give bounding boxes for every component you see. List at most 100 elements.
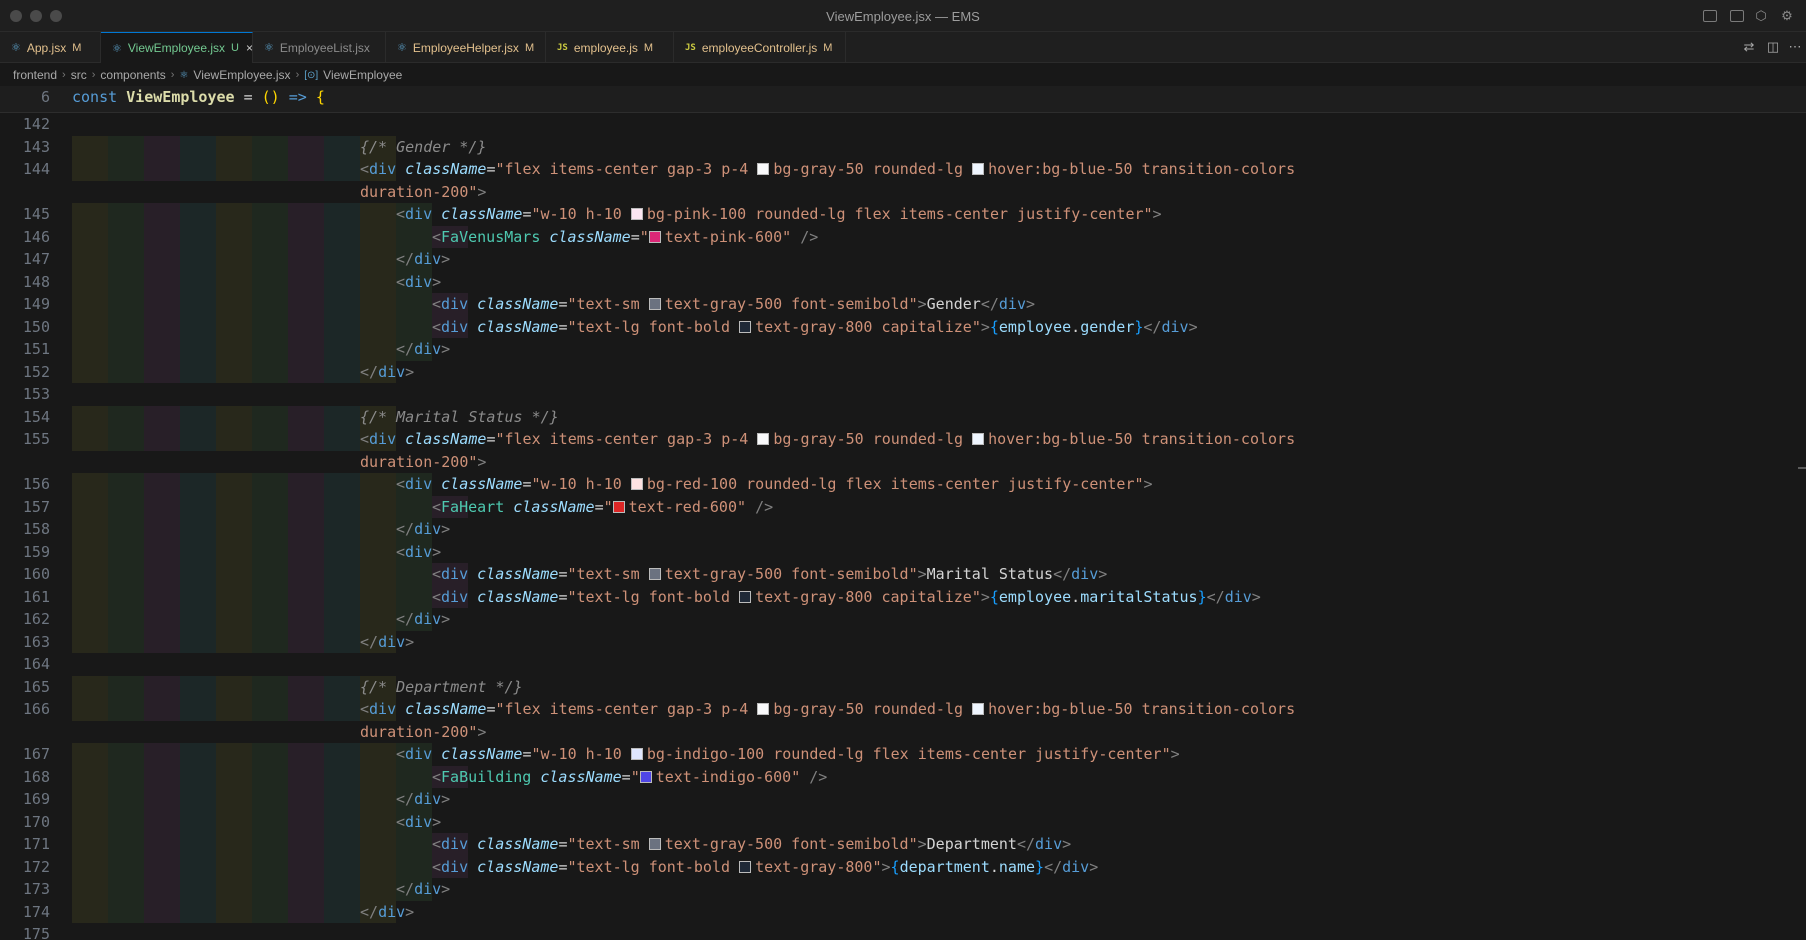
code-line[interactable]: duration-200"> <box>0 181 1806 204</box>
line-number: 163 <box>22 632 50 651</box>
indent-guide <box>360 788 396 811</box>
close-tab-icon[interactable]: × <box>246 41 253 55</box>
code-editor[interactable]: 6 const ViewEmployee = () => { 142 143 {/*… <box>0 86 1806 940</box>
indent-guide <box>72 135 108 158</box>
breadcrumb-item[interactable]: ViewEmployee.jsx <box>193 68 290 82</box>
breadcrumb-item[interactable]: frontend <box>13 68 57 82</box>
code-line[interactable]: 155 <div className="flex items-center gap… <box>0 428 1806 451</box>
indent-guide <box>72 360 108 383</box>
indent-guide <box>288 900 324 923</box>
code-line[interactable]: 153 <box>0 383 1806 406</box>
indent-guide <box>216 428 252 451</box>
scrollbar-marker[interactable] <box>1798 467 1806 469</box>
code-line[interactable]: 159 <div> <box>0 540 1806 563</box>
breadcrumb-item[interactable]: ViewEmployee <box>323 68 402 82</box>
compare-changes-icon[interactable]: ⇄ <box>1740 39 1758 55</box>
code-line[interactable]: 150 <div className="text-lg font-bold tex… <box>0 315 1806 338</box>
code-line[interactable]: 164 <box>0 653 1806 676</box>
code-line[interactable]: 151 </div> <box>0 338 1806 361</box>
indent-guide <box>324 855 360 878</box>
line-number: 159 <box>22 542 50 561</box>
tab-employeelist-jsx[interactable]: ⚛ EmployeeList.jsx <box>253 32 386 63</box>
code-line[interactable]: duration-200"> <box>0 451 1806 474</box>
color-swatch[interactable] <box>972 703 985 715</box>
toggle-panel-icon[interactable] <box>1730 10 1744 22</box>
tab-employee-js[interactable]: JS employee.js M <box>546 32 674 63</box>
color-swatch[interactable] <box>648 568 661 580</box>
tab-employeecontroller-js[interactable]: JS employeeController.js M <box>674 32 846 63</box>
code-line[interactable]: 161 <div className="text-lg font-bold tex… <box>0 585 1806 608</box>
react-icon: ⚛ <box>112 42 122 55</box>
tab-status: U <box>231 42 239 54</box>
code-line[interactable]: 166 <div className="flex items-center gap… <box>0 698 1806 721</box>
code-line[interactable]: 163 </div> <box>0 630 1806 653</box>
code-line[interactable]: 158 </div> <box>0 518 1806 541</box>
color-swatch[interactable] <box>757 433 770 445</box>
color-swatch[interactable] <box>739 320 752 333</box>
color-swatch[interactable] <box>630 478 643 490</box>
breadcrumb-item[interactable]: components <box>100 68 165 82</box>
code-line[interactable]: duration-200"> <box>0 721 1806 744</box>
indent-guide <box>324 473 360 496</box>
code-line[interactable]: 154 {/* Marital Status */} <box>0 405 1806 428</box>
code-line[interactable]: 169 </div> <box>0 788 1806 811</box>
code-line[interactable]: 148 <div> <box>0 270 1806 293</box>
code-text: <div> <box>396 272 442 291</box>
code-line[interactable]: 149 <div className="text-sm text-gray-500… <box>0 293 1806 316</box>
line-number: 148 <box>22 272 50 291</box>
code-line[interactable]: 168 <FaBuilding className=" text-indigo-60… <box>0 765 1806 788</box>
color-swatch[interactable] <box>612 500 625 513</box>
code-line[interactable]: 162 </div> <box>0 608 1806 631</box>
color-swatch[interactable] <box>648 838 661 850</box>
code-line[interactable]: 143 {/* Gender */} <box>0 135 1806 158</box>
code-line[interactable]: 173 </div> <box>0 878 1806 901</box>
code-line[interactable]: 175 <box>0 923 1806 940</box>
code-line[interactable]: 157 <FaHeart className=" text-red-600" /> <box>0 495 1806 518</box>
color-swatch[interactable] <box>739 590 752 603</box>
line-number: 166 <box>22 700 50 718</box>
code-line[interactable]: 147 </div> <box>0 248 1806 271</box>
sticky-scroll-header[interactable]: 6 const ViewEmployee = () => { <box>0 86 1806 113</box>
indent-guide <box>252 248 288 271</box>
code-line[interactable]: 152 </div> <box>0 360 1806 383</box>
tab-employeehelper-jsx[interactable]: ⚛ EmployeeHelper.jsx M <box>386 32 546 63</box>
color-swatch[interactable] <box>639 770 652 783</box>
toggle-sidebar-icon[interactable] <box>1703 10 1717 22</box>
tab-app-jsx[interactable]: ⚛ App.jsx M <box>0 32 101 63</box>
color-swatch[interactable] <box>648 230 661 243</box>
color-swatch[interactable] <box>757 163 770 175</box>
indent-guide <box>144 360 180 383</box>
color-swatch[interactable] <box>972 163 985 175</box>
code-text: </div> <box>396 610 451 628</box>
code-line[interactable]: 144 <div className="flex items-center gap… <box>0 158 1806 181</box>
code-line[interactable]: 145 <div className="w-10 h-10 bg-pink-100… <box>0 203 1806 226</box>
color-swatch[interactable] <box>630 208 643 220</box>
more-actions-icon[interactable]: ⋯ <box>1786 39 1804 55</box>
code-line[interactable]: 174 </div> <box>0 900 1806 923</box>
line-number: 157 <box>22 497 50 516</box>
code-line[interactable]: 146 <FaVenusMars className=" text-pink-600… <box>0 225 1806 248</box>
indent-guide <box>72 630 108 653</box>
code-line[interactable]: 172 <div className="text-lg font-bold tex… <box>0 855 1806 878</box>
code-line[interactable]: 160 <div className="text-sm text-gray-500… <box>0 563 1806 586</box>
js-icon: JS <box>557 42 568 53</box>
code-line[interactable]: 142 <box>0 113 1806 136</box>
color-swatch[interactable] <box>757 703 770 715</box>
indent-guide <box>360 293 396 316</box>
code-line[interactable]: 165 {/* Department */} <box>0 675 1806 698</box>
code-line[interactable]: 171 <div className="text-sm text-gray-500… <box>0 833 1806 856</box>
breadcrumb-item[interactable]: src <box>71 68 87 82</box>
color-swatch[interactable] <box>648 298 661 310</box>
color-swatch[interactable] <box>972 433 985 445</box>
indent-guide <box>216 495 252 518</box>
color-swatch[interactable] <box>630 748 643 760</box>
code-line[interactable]: 170 <div> <box>0 810 1806 833</box>
code-line[interactable]: 167 <div className="w-10 h-10 bg-indigo-1… <box>0 743 1806 766</box>
settings-gear-icon[interactable]: ⚙ <box>1779 8 1795 24</box>
color-swatch[interactable] <box>739 860 752 873</box>
split-editor-icon[interactable]: ◫ <box>1764 39 1782 55</box>
extensions-icon[interactable]: ⬡ <box>1753 8 1769 24</box>
indent-guide <box>252 405 288 428</box>
code-line[interactable]: 156 <div className="w-10 h-10 bg-red-100 … <box>0 473 1806 496</box>
tab-viewemployee-jsx[interactable]: ⚛ ViewEmployee.jsx U × <box>101 32 253 63</box>
